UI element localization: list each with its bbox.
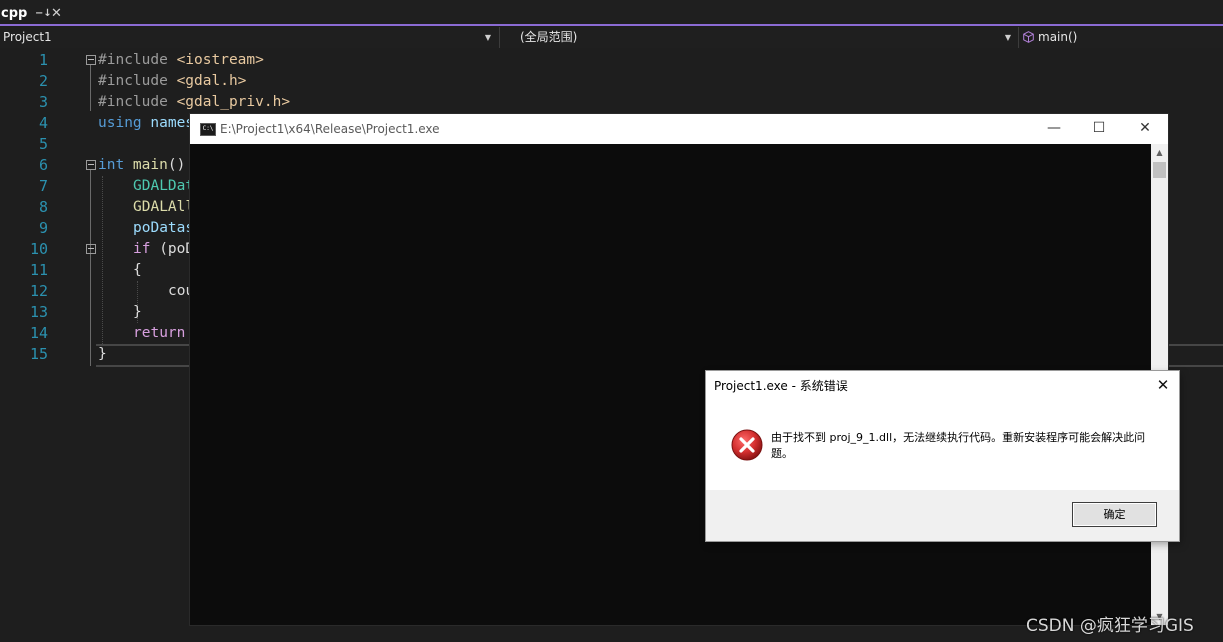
line-number: 4 — [38, 114, 48, 132]
code-line: return — [133, 325, 186, 341]
dialog-title-bar[interactable]: Project1.exe - 系统错误 ✕ — [706, 371, 1179, 401]
line-number: 10 — [29, 240, 48, 258]
code-line: int main() — [98, 157, 186, 173]
line-number: 1 — [38, 51, 48, 69]
dialog-footer: 确定 — [706, 490, 1179, 541]
editor-tab-strip: cpp −↓ ✕ — [0, 0, 1223, 26]
chevron-down-icon: ▼ — [484, 33, 491, 42]
dialog-close-button[interactable]: ✕ — [1147, 371, 1179, 401]
function-dropdown-value: main() — [1038, 30, 1078, 44]
code-line: GDALAll — [133, 199, 195, 215]
error-icon — [731, 429, 763, 461]
line-number: 8 — [38, 198, 48, 216]
navigation-bar: Project1 ▼ (全局范围) ▼ main() — [0, 27, 1223, 48]
project-dropdown-value: Project1 — [3, 30, 52, 44]
console-app-icon: C:\ — [200, 123, 216, 136]
function-dropdown[interactable]: main() — [1018, 27, 1223, 48]
code-line: #include <gdal.h> — [98, 73, 247, 89]
editor-tab-label: cpp — [1, 6, 28, 21]
scroll-thumb[interactable] — [1153, 162, 1166, 178]
code-line: poDatas — [133, 220, 195, 236]
line-number: 14 — [29, 324, 48, 342]
console-title-bar[interactable]: C:\ E:\Project1\x64\Release\Project1.exe… — [190, 114, 1168, 144]
line-number: 15 — [29, 345, 48, 363]
minimize-button[interactable]: — — [1031, 114, 1077, 144]
line-number: 11 — [29, 261, 48, 279]
outline-line — [90, 170, 91, 366]
code-line: #include <iostream> — [98, 52, 264, 68]
watermark: CSDN @疯狂学习GIS — [1026, 616, 1194, 636]
code-line: using names — [98, 115, 195, 131]
line-number: 12 — [29, 282, 48, 300]
line-number: 13 — [29, 303, 48, 321]
line-number: 9 — [38, 219, 48, 237]
code-line: } — [98, 346, 107, 362]
maximize-button[interactable]: ☐ — [1076, 114, 1122, 144]
ok-button[interactable]: 确定 — [1072, 502, 1157, 527]
console-window[interactable]: C:\ E:\Project1\x64\Release\Project1.exe… — [190, 114, 1168, 625]
line-number: 5 — [38, 135, 48, 153]
line-number: 3 — [38, 93, 48, 111]
outline-line — [90, 65, 91, 111]
pin-icon[interactable]: −↓ — [35, 3, 52, 25]
close-tab-icon[interactable]: ✕ — [51, 3, 62, 25]
line-number: 7 — [38, 177, 48, 195]
collapse-icon[interactable] — [86, 160, 96, 170]
tab-accent-line — [0, 24, 1223, 26]
close-button[interactable]: ✕ — [1122, 114, 1168, 144]
line-number: 2 — [38, 72, 48, 90]
code-line: } — [133, 304, 142, 320]
scroll-up-icon[interactable]: ▲ — [1151, 144, 1168, 161]
dialog-message: 由于找不到 proj_9_1.dll，无法继续执行代码。重新安装程序可能会解决此… — [771, 431, 1146, 460]
console-title: E:\Project1\x64\Release\Project1.exe — [220, 122, 440, 136]
code-line: if (poD — [133, 241, 195, 257]
code-line: #include <gdal_priv.h> — [98, 94, 291, 110]
collapse-icon[interactable] — [86, 55, 96, 65]
editor-tab[interactable]: cpp −↓ ✕ — [0, 3, 68, 26]
line-number: 6 — [38, 156, 48, 174]
collapse-icon[interactable] — [86, 244, 96, 254]
chevron-down-icon: ▼ — [1004, 33, 1011, 42]
code-line: GDALDat — [133, 178, 195, 194]
scope-dropdown[interactable]: (全局范围) ▼ — [499, 27, 1017, 48]
scope-dropdown-value: (全局范围) — [520, 30, 578, 44]
code-line: { — [133, 262, 142, 278]
project-dropdown[interactable]: Project1 ▼ — [0, 27, 497, 48]
indent-guide — [102, 176, 103, 344]
method-cube-icon — [1023, 31, 1034, 43]
dialog-title: Project1.exe - 系统错误 — [714, 379, 848, 393]
error-dialog[interactable]: Project1.exe - 系统错误 ✕ 由于找不到 proj_9_1.dll… — [706, 371, 1179, 541]
